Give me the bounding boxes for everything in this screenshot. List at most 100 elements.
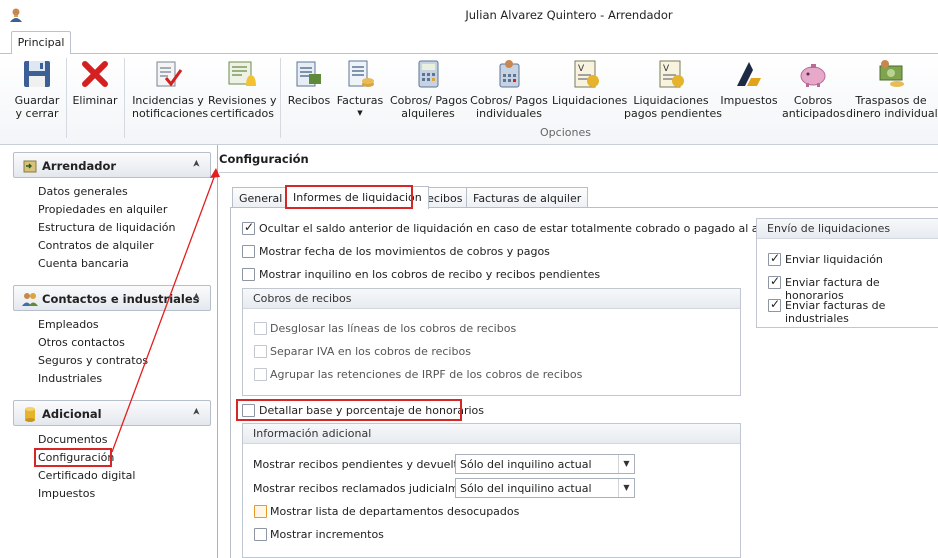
ribbon: Guardar y cerrar Eliminar Incidencias y … (0, 53, 938, 145)
sidebar-item-propiedades[interactable]: Propiedades en alquiler (38, 203, 167, 216)
revisiones-button[interactable]: Revisiones y certificados (208, 58, 276, 128)
pane-header-adicional[interactable]: Adicional ➤ (13, 400, 211, 426)
checkbox-desglosar[interactable] (254, 322, 267, 335)
select-recibos-reclamados[interactable]: Sólo del inquilino actual ▼ (455, 478, 635, 498)
chevron-up-icon[interactable]: ➤ (191, 407, 202, 415)
highlight-detallar-base (236, 399, 462, 421)
money-transfer-icon (879, 60, 904, 87)
recibos-button[interactable]: Recibos (286, 58, 332, 128)
save-close-button[interactable]: Guardar y cerrar (8, 58, 66, 128)
checkbox-mostrar-inquilino[interactable] (242, 268, 255, 281)
svg-text:V: V (578, 64, 585, 74)
checkbox-incrementos[interactable] (254, 528, 267, 541)
svg-text:V: V (663, 64, 670, 74)
label-separar-iva: Separar IVA en los cobros de recibos (270, 345, 471, 358)
pane-header-arrendador[interactable]: Arrendador ➤ (13, 152, 211, 178)
sidebar-item-cuenta-bancaria[interactable]: Cuenta bancaria (38, 257, 129, 270)
label-mostrar-inquilino: Mostrar inquilino en los cobros de recib… (259, 268, 601, 281)
label-desglosar: Desglosar las líneas de los cobros de re… (270, 322, 517, 335)
revisiones-label: Revisiones y certificados (208, 94, 277, 120)
chevron-up-icon[interactable]: ➤ (191, 159, 202, 167)
label-enviar-industriales: Enviar facturas de industriales (785, 299, 886, 325)
ribbon-separator (280, 58, 281, 138)
recibos-label: Recibos (287, 94, 331, 107)
cobros-individuales-button[interactable]: Cobros/ Pagos individuales (470, 58, 548, 128)
cobros-anticipados-button[interactable]: Cobros anticipados (782, 58, 846, 128)
pane-title: Adicional (42, 407, 102, 421)
settlement-document-icon: V (574, 60, 599, 88)
chevron-up-icon[interactable]: ➤ (191, 292, 202, 300)
person-calculator-icon (499, 60, 520, 88)
sidebar-item-certificado[interactable]: Certificado digital (38, 469, 135, 482)
cobros-anticipados-label: Cobros anticipados (782, 94, 846, 120)
pane-header-contactos[interactable]: Contactos e industriales ➤ (13, 285, 211, 311)
sidebar-item-documentos[interactable]: Documentos (38, 433, 107, 446)
tab-general[interactable]: General (232, 187, 290, 208)
database-icon (25, 407, 35, 422)
label-recibos-reclamados: Mostrar recibos reclamados judicialmente… (253, 482, 488, 495)
sidebar-item-seguros[interactable]: Seguros y contratos (38, 354, 148, 367)
incidencias-button[interactable]: Incidencias y notificaciones (132, 58, 208, 128)
select-value: Sólo del inquilino actual (460, 482, 592, 495)
label-agrupar-irpf: Agrupar las retenciones de IRPF de los c… (270, 368, 583, 381)
impuestos-label: Impuestos (720, 94, 778, 107)
delete-button[interactable]: Eliminar (70, 58, 120, 128)
sidebar-item-impuestos[interactable]: Impuestos (38, 487, 95, 500)
liquidaciones-pendientes-button[interactable]: V Liquidaciones pagos pendientes (624, 58, 722, 128)
chevron-down-icon[interactable]: ▼ (618, 479, 634, 497)
group-title: Información adicional (243, 424, 740, 444)
checkbox-departamentos[interactable] (254, 505, 267, 518)
sidebar-item-empleados[interactable]: Empleados (38, 318, 99, 331)
sidebar-item-contratos[interactable]: Contratos de alquiler (38, 239, 154, 252)
sidebar-item-datos-generales[interactable]: Datos generales (38, 185, 128, 198)
window-title: Julian Alvarez Quintero - Arrendador (465, 8, 673, 22)
checkbox-separar-iva[interactable] (254, 345, 267, 358)
save-close-label: Guardar y cerrar (14, 94, 60, 120)
facturas-dropdown-button[interactable]: Facturas ▼ (336, 58, 384, 128)
sidebar-item-estructura[interactable]: Estructura de liquidación (38, 221, 175, 234)
certificate-bell-icon (228, 61, 256, 86)
liquidaciones-label: Liquidaciones (552, 94, 628, 107)
pane-title: Arrendador (42, 159, 117, 173)
divider (219, 172, 938, 173)
liquidaciones-button[interactable]: V Liquidaciones (552, 58, 627, 128)
label-mostrar-fecha: Mostrar fecha de los movimientos de cobr… (259, 245, 550, 258)
contacts-people-icon (22, 293, 38, 306)
chevron-down-icon[interactable]: ▼ (618, 455, 634, 473)
title-bar: Julian Alvarez Quintero - Arrendador (0, 0, 938, 30)
incidencias-label: Incidencias y notificaciones (132, 94, 209, 120)
chevron-down-icon: ▼ (357, 109, 363, 117)
group-title: Envío de liquidaciones (757, 219, 938, 239)
label-departamentos: Mostrar lista de departamentos desocupad… (270, 505, 520, 518)
checkbox-enviar-liquidacion[interactable] (768, 251, 781, 266)
tab-facturas-alquiler[interactable]: Facturas de alquiler (466, 187, 589, 208)
sidebar-item-otros-contactos[interactable]: Otros contactos (38, 336, 125, 349)
impuestos-button[interactable]: Impuestos (720, 58, 778, 128)
cobros-alquileres-button[interactable]: Cobros/ Pagos alquileres (390, 58, 468, 128)
select-recibos-pendientes[interactable]: Sólo del inquilino actual ▼ (455, 454, 635, 474)
ribbon-group-label: Opciones (540, 126, 591, 139)
checkbox-mostrar-fecha[interactable] (242, 245, 255, 258)
tab-principal[interactable]: Principal (11, 31, 71, 54)
floppy-disk-icon (24, 61, 50, 87)
label-ocultar-saldo: Ocultar el saldo anterior de liquidación… (259, 222, 813, 235)
highlight-configuracion (34, 448, 112, 467)
sidebar-item-industriales[interactable]: Industriales (38, 372, 102, 385)
label-enviar-liquidacion: Enviar liquidación (785, 253, 883, 266)
cobros-alquileres-label: Cobros/ Pagos alquileres (390, 94, 468, 120)
ribbon-separator (66, 58, 67, 138)
traspasos-label: Traspasos de dinero individual (846, 94, 938, 120)
checkbox-enviar-industriales[interactable] (768, 297, 781, 312)
highlight-tab (285, 185, 413, 209)
cobros-individuales-label: Cobros/ Pagos individuales (470, 94, 548, 120)
select-value: Sólo del inquilino actual (460, 458, 592, 471)
traspasos-button[interactable]: Traspasos de dinero individual (846, 58, 938, 128)
notifications-checklist-icon (156, 61, 183, 87)
invoices-icon (348, 60, 374, 87)
label-incrementos: Mostrar incrementos (270, 528, 384, 541)
delete-label: Eliminar (72, 94, 118, 107)
checkbox-ocultar-saldo[interactable] (242, 220, 255, 235)
checkbox-agrupar-irpf[interactable] (254, 368, 267, 381)
checkbox-enviar-factura[interactable] (768, 274, 781, 289)
ribbon-separator (124, 58, 125, 138)
